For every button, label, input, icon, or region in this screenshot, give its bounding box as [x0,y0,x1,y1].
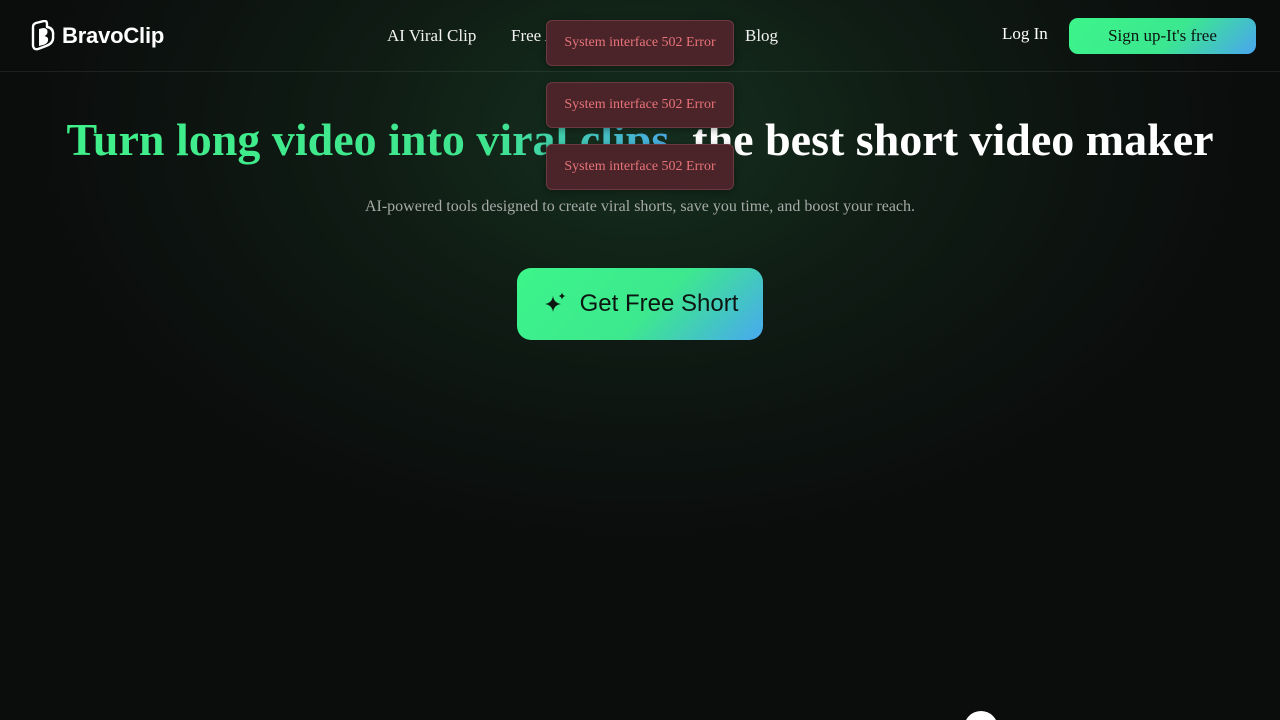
error-toast: System interface 502 Error [546,20,734,66]
brand-name: BravoClip [62,23,165,48]
nav-item-blog[interactable]: Blog [745,26,778,46]
error-toast: System interface 502 Error [546,144,734,190]
bravoclip-logo-icon [31,20,55,51]
hero-subtitle: AI-powered tools designed to create vira… [364,198,916,215]
floating-action-button[interactable] [964,711,998,720]
error-toast: System interface 502 Error [546,82,734,128]
error-toast-message: System interface 502 Error [564,159,716,174]
nav-item-ai-viral-clip[interactable]: AI Viral Clip [387,26,476,46]
login-link[interactable]: Log In [1002,24,1048,44]
signup-button[interactable]: Sign up-It's free [1069,18,1256,54]
cta-label: Get Free Short [579,290,739,317]
get-free-short-button[interactable]: Get Free Short [517,268,763,340]
error-toast-message: System interface 502 Error [564,35,716,50]
hero-title-rest: the best short video maker [692,114,1214,165]
brand-logo[interactable]: BravoClip [30,20,164,52]
sparkle-icon [544,292,566,312]
error-toast-message: System interface 502 Error [564,97,716,112]
